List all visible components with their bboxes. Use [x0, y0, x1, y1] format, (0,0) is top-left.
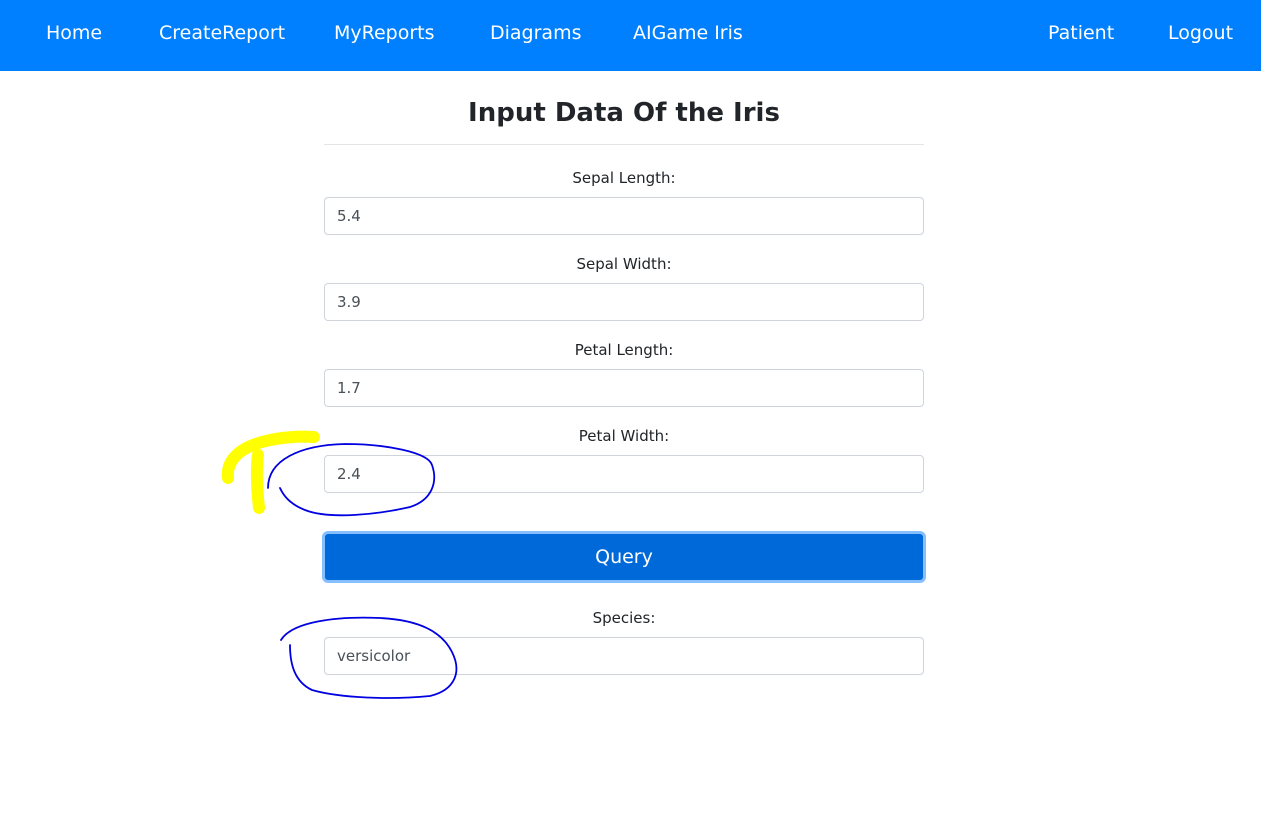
- nav-diagrams-link[interactable]: Diagrams: [490, 20, 581, 46]
- species-label: Species:: [592, 609, 656, 627]
- nav-myreports-link[interactable]: MyReports: [334, 20, 435, 46]
- nav-logout-link[interactable]: Logout: [1168, 20, 1233, 46]
- top-navbar: Home CreateReport MyReports Diagrams AIG…: [0, 0, 1261, 71]
- sepal-length-label: Sepal Length:: [572, 169, 676, 187]
- nav-patient-link[interactable]: Patient: [1048, 20, 1114, 46]
- query-button[interactable]: Query: [322, 531, 926, 583]
- yellow-highlight-mark: [221, 430, 320, 514]
- page-title: Input Data Of the Iris: [468, 98, 780, 128]
- nav-home-link[interactable]: Home: [46, 20, 102, 46]
- species-output[interactable]: [324, 637, 924, 675]
- petal-length-label: Petal Length:: [574, 341, 674, 359]
- nav-aigame-iris-link[interactable]: AIGame Iris: [633, 20, 743, 46]
- sepal-width-input[interactable]: [324, 283, 924, 321]
- title-divider: [324, 144, 924, 145]
- sepal-length-input[interactable]: [324, 197, 924, 235]
- nav-createreport-link[interactable]: CreateReport: [159, 20, 285, 46]
- petal-length-input[interactable]: [324, 369, 924, 407]
- sepal-width-label: Sepal Width:: [576, 255, 672, 273]
- petal-width-label: Petal Width:: [578, 427, 670, 445]
- petal-width-input[interactable]: [324, 455, 924, 493]
